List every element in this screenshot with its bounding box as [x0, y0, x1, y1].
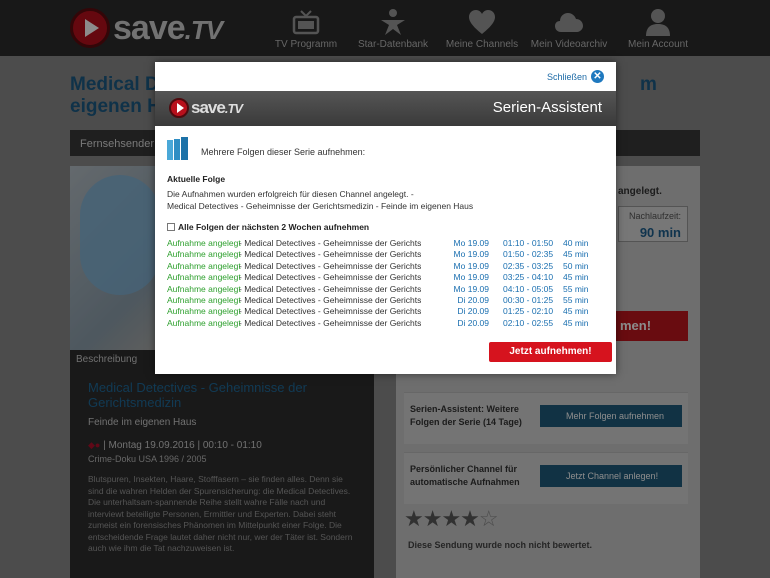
episode-duration: 45 min — [563, 317, 589, 328]
episode-row: Aufnahme angelegt - Medical Detectives - … — [167, 249, 607, 260]
all-episodes-label: Alle Folgen der nächsten 2 Wochen aufneh… — [178, 222, 370, 232]
episode-status: Aufnahme angelegt — [167, 272, 241, 283]
episode-status: Aufnahme angelegt — [167, 249, 241, 260]
all-episodes-option[interactable]: Alle Folgen der nächsten 2 Wochen aufneh… — [167, 222, 369, 232]
episode-time: 01:10 - 01:50 — [503, 238, 554, 248]
jetzt-aufnehmen-button[interactable]: Jetzt aufnehmen! — [489, 342, 612, 362]
episode-row: Aufnahme angelegt - Medical Detectives - … — [167, 318, 607, 329]
episode-title: - Medical Detectives - Geheimnisse der G… — [239, 306, 421, 317]
episode-status: Aufnahme angelegt — [167, 238, 241, 248]
current-episode-message: Die Aufnahmen wurden erfolgreich für die… — [167, 189, 474, 211]
episode-title: - Medical Detectives - Geheimnisse der G… — [239, 294, 421, 305]
episode-title: - Medical Detectives - Geheimnisse der G… — [239, 317, 421, 328]
episode-date: Mo 19.09 — [453, 238, 489, 248]
close-button[interactable]: Schließen ✕ — [547, 70, 604, 83]
episode-time: 02:10 - 02:55 — [503, 317, 554, 328]
episode-row: Aufnahme angelegt - Medical Detectives - … — [167, 272, 607, 283]
episodes-icon — [167, 137, 189, 166]
episode-duration: 45 min — [563, 249, 589, 260]
episode-time: 01:25 - 02:10 — [503, 306, 554, 317]
episode-title: - Medical Detectives - Geheimnisse der G… — [239, 283, 421, 294]
episode-status: Aufnahme angelegt — [167, 317, 241, 328]
episode-date: Mo 19.09 — [453, 272, 489, 283]
episode-time: 00:30 - 01:25 — [503, 294, 554, 305]
current-episode-heading: Aktuelle Folge — [167, 174, 226, 184]
episode-time: 04:10 - 05:05 — [503, 283, 554, 294]
episode-time: 01:50 - 02:35 — [503, 249, 554, 260]
episode-time: 02:35 - 03:25 — [503, 260, 554, 271]
intro-row: Mehrere Folgen dieser Serie aufnehmen: — [167, 137, 365, 166]
episode-date: Mo 19.09 — [453, 249, 489, 260]
episode-duration: 50 min — [563, 260, 589, 271]
episode-row: Aufnahme angelegt - Medical Detectives - … — [167, 295, 607, 306]
episode-status: Aufnahme angelegt — [167, 283, 241, 294]
episode-title: - Medical Detectives - Geheimnisse der G… — [239, 249, 421, 260]
episode-duration: 55 min — [563, 294, 589, 305]
episode-date: Di 20.09 — [457, 306, 489, 317]
episode-duration: 45 min — [563, 272, 589, 283]
episode-date: Mo 19.09 — [453, 260, 489, 271]
episode-status: Aufnahme angelegt — [167, 306, 241, 317]
episode-duration: 45 min — [563, 306, 589, 317]
episode-row: Aufnahme angelegt - Medical Detectives - … — [167, 238, 607, 249]
episode-date: Di 20.09 — [457, 294, 489, 305]
episode-list: Aufnahme angelegt - Medical Detectives - … — [167, 238, 607, 329]
episode-title: - Medical Detectives - Geheimnisse der G… — [239, 238, 421, 248]
episode-row: Aufnahme angelegt - Medical Detectives - … — [167, 261, 607, 272]
all-episodes-checkbox[interactable] — [167, 223, 175, 231]
episode-duration: 40 min — [563, 238, 589, 248]
episode-status: Aufnahme angelegt — [167, 294, 241, 305]
episode-row: Aufnahme angelegt - Medical Detectives - … — [167, 306, 607, 317]
episode-row: Aufnahme angelegt - Medical Detectives - … — [167, 284, 607, 295]
episode-status: Aufnahme angelegt — [167, 260, 241, 271]
serien-assistent-modal: Schließen ✕ save.TV Serien-Assistent Meh… — [155, 62, 616, 374]
episode-duration: 55 min — [563, 283, 589, 294]
close-label: Schließen — [546, 71, 587, 82]
episode-date: Mo 19.09 — [453, 283, 489, 294]
savetv-logo: save.TV — [169, 98, 243, 118]
play-logo-icon — [169, 98, 189, 118]
modal-title: Serien-Assistent — [492, 99, 602, 116]
episode-title: - Medical Detectives - Geheimnisse der G… — [239, 272, 421, 283]
modal-header: save.TV Serien-Assistent — [155, 91, 616, 126]
episode-title: - Medical Detectives - Geheimnisse der G… — [239, 260, 421, 271]
close-icon: ✕ — [591, 70, 604, 83]
intro-text: Mehrere Folgen dieser Serie aufnehmen: — [201, 146, 366, 157]
episode-date: Di 20.09 — [457, 317, 489, 328]
episode-time: 03:25 - 04:10 — [503, 272, 554, 283]
